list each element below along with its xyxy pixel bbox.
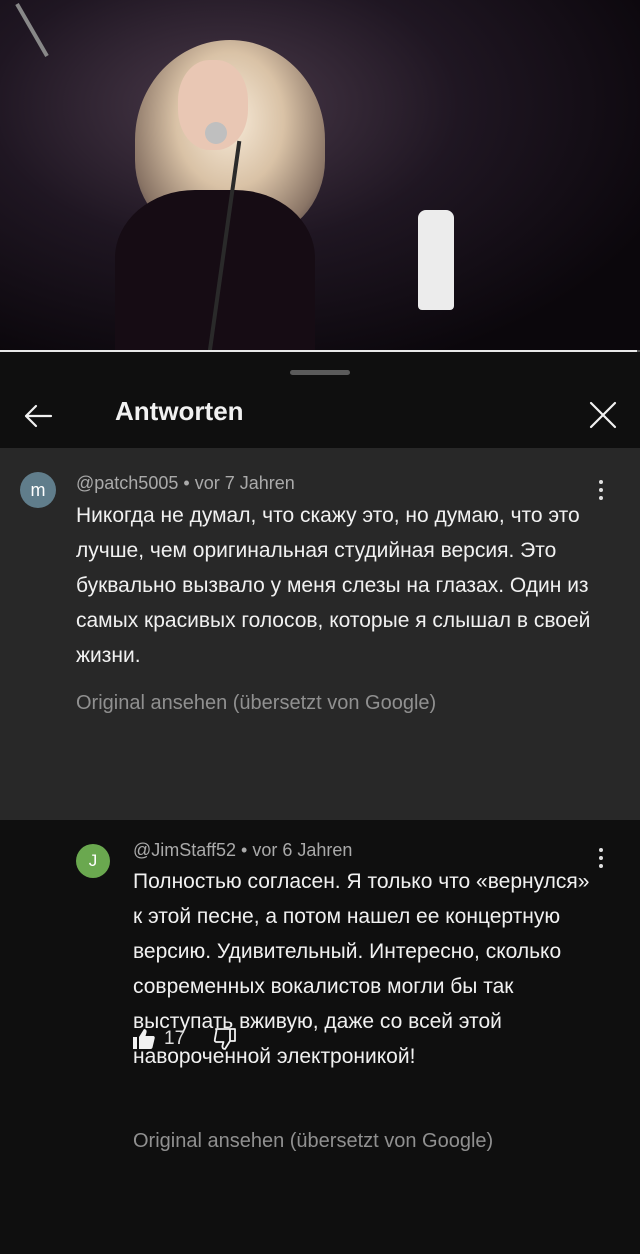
avatar[interactable]: J — [76, 844, 110, 878]
thumbs-up-icon[interactable] — [132, 1027, 156, 1051]
parent-comment: m @patch5005 • vor 7 Jahren Никогда не д… — [0, 448, 640, 888]
microphone — [205, 122, 227, 144]
reply-comment: J @JimStaff52 • vor 6 Jahren Полностью с… — [0, 820, 640, 1254]
avatar[interactable]: m — [20, 472, 56, 508]
replies-panel: Antworten m @patch5005 • vor 7 Jahren Ни… — [0, 352, 640, 1254]
drag-handle[interactable] — [290, 370, 350, 375]
comment-meta: @patch5005 • vor 7 Jahren — [76, 473, 295, 494]
stage-light — [15, 3, 49, 57]
translate-link[interactable]: Original ansehen (übersetzt von Google) — [76, 692, 436, 715]
comment-author[interactable]: @JimStaff52 — [133, 840, 236, 860]
reply-actions: 17 — [132, 1024, 237, 1054]
stage-bottle — [418, 210, 454, 310]
comment-time: vor 7 Jahren — [194, 473, 295, 493]
meta-separator: • — [241, 840, 248, 860]
replies-header: Antworten — [0, 382, 640, 448]
translate-link[interactable]: Original ansehen (übersetzt von Google) — [133, 1130, 493, 1153]
comment-meta: @JimStaff52 • vor 6 Jahren — [133, 840, 352, 861]
video-player[interactable] — [0, 0, 640, 352]
comment-author[interactable]: @patch5005 — [76, 473, 178, 493]
meta-separator: • — [183, 473, 190, 493]
comment-text: Никогда не думал, что скажу это, но дума… — [76, 504, 591, 667]
comment-time: vor 6 Jahren — [252, 840, 353, 860]
close-icon[interactable] — [586, 398, 620, 432]
thumbs-down-icon[interactable] — [213, 1027, 237, 1051]
like-count: 17 — [164, 1028, 186, 1049]
page-title: Antworten — [115, 396, 244, 426]
arrow-left-icon[interactable] — [22, 400, 54, 432]
